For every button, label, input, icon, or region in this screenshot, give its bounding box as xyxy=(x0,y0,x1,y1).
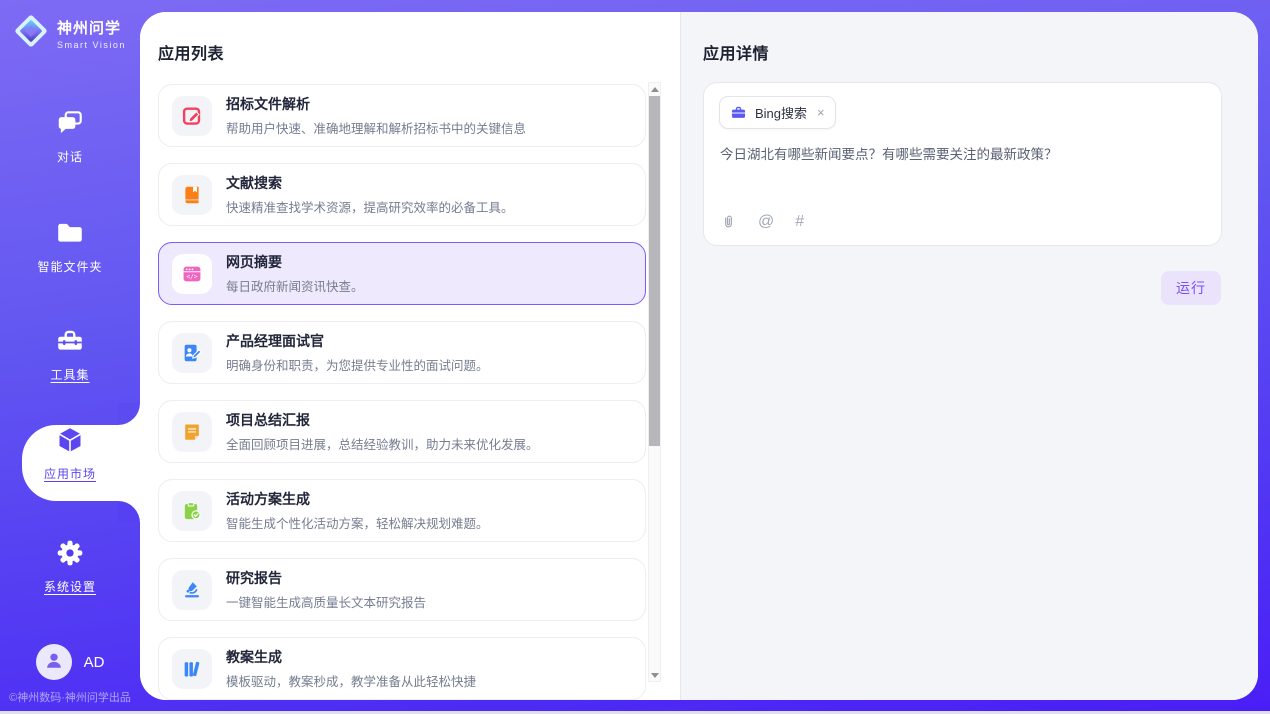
close-icon[interactable]: × xyxy=(817,106,825,119)
app-card[interactable]: 产品经理面试官 明确身份和职责，为您提供专业性的面试问题。 xyxy=(158,321,646,384)
sidebar-item-smart-folder[interactable]: 智能文件夹 xyxy=(0,218,140,275)
hash-icon[interactable]: # xyxy=(795,213,804,231)
sidebar-item-label: 工具集 xyxy=(0,366,140,383)
app-card[interactable]: 项目总结汇报 全面回顾项目进展，总结经验教训，助力未来优化发展。 xyxy=(158,400,646,463)
app-list-scrollbar[interactable] xyxy=(648,82,661,682)
app-card-title: 项目总结汇报 xyxy=(226,410,539,430)
sidebar: 神州问学 Smart Vision 对话 智能文件夹 工具集 应用市场 系统设置… xyxy=(0,0,140,711)
app-icon-box xyxy=(172,491,212,531)
sidebar-item-label: 系统设置 xyxy=(0,578,140,595)
tool-tag-label: Bing搜索 xyxy=(755,103,807,122)
briefcase-icon xyxy=(730,104,747,121)
app-card[interactable]: 活动方案生成 智能生成个性化活动方案，轻松解决规划难题。 xyxy=(158,479,646,542)
scrollbar-thumb[interactable] xyxy=(649,96,660,446)
edit-doc-icon xyxy=(181,105,203,127)
app-icon-box xyxy=(172,333,212,373)
copyright-text: ©神州数码·神州问学出品 xyxy=(0,689,140,705)
app-icon-box xyxy=(172,412,212,452)
sidebar-item-settings[interactable]: 系统设置 xyxy=(0,538,140,595)
app-icon-box xyxy=(172,570,212,610)
user-name: AD xyxy=(84,654,105,671)
app-icon-box xyxy=(172,649,212,689)
app-card[interactable]: </> 网页摘要 每日政府新闻资讯快查。 xyxy=(158,242,646,305)
input-toolbar: @ # xyxy=(720,213,804,231)
toolbox-icon xyxy=(55,326,85,356)
interview-icon xyxy=(181,342,203,364)
app-card-title: 产品经理面试官 xyxy=(226,331,489,351)
mention-icon[interactable]: @ xyxy=(758,213,774,231)
cube-icon xyxy=(55,425,85,455)
app-card-description: 快速精准查找学术资源，提高研究效率的必备工具。 xyxy=(226,197,514,216)
gear-icon xyxy=(55,538,85,568)
content-shell: 应用列表 招标文件解析 帮助用户快速、准确地理解和解析招标书中的关键信息 xyxy=(140,12,1258,700)
brand-subtitle: Smart Vision xyxy=(57,40,126,50)
sidebar-item-toolset[interactable]: 工具集 xyxy=(0,326,140,383)
app-list: 招标文件解析 帮助用户快速、准确地理解和解析招标书中的关键信息 文献搜索 快速精… xyxy=(158,84,646,700)
chat-icon xyxy=(55,108,85,138)
person-icon xyxy=(43,649,65,676)
app-card[interactable]: 文献搜索 快速精准查找学术资源，提高研究效率的必备工具。 xyxy=(158,163,646,226)
app-card-description: 智能生成个性化活动方案，轻松解决规划难题。 xyxy=(226,513,489,532)
clipboard-check-icon xyxy=(181,500,203,522)
active-item-curve-bottom xyxy=(118,501,140,523)
app-card-description: 全面回顾项目进展，总结经验教训，助力未来优化发展。 xyxy=(226,434,539,453)
app-card-description: 每日政府新闻资讯快查。 xyxy=(226,276,364,295)
folder-icon xyxy=(55,218,85,248)
avatar xyxy=(36,644,72,680)
app-card-description: 模板驱动，教案秒成，教学准备从此轻松快捷 xyxy=(226,671,476,690)
run-button[interactable]: 运行 xyxy=(1161,271,1221,305)
query-input[interactable]: 今日湖北有哪些新闻要点？有哪些需要关注的最新政策？ xyxy=(720,145,1205,165)
app-card-title: 招标文件解析 xyxy=(226,94,526,114)
note-icon xyxy=(181,421,203,443)
scrollbar-down-arrow-icon[interactable] xyxy=(649,669,660,681)
active-item-curve-top xyxy=(118,403,140,425)
app-detail-panel: 应用详情 Bing搜索 × 今日湖北有哪些新闻要点？有哪些需要关注的最新政策？ … xyxy=(680,12,1258,700)
brand-name: 神州问学 xyxy=(57,20,121,37)
app-icon-box: </> xyxy=(172,254,212,294)
app-card-description: 明确身份和职责，为您提供专业性的面试问题。 xyxy=(226,355,489,374)
svg-text:</>: </> xyxy=(186,273,197,280)
books-icon xyxy=(181,658,203,680)
app-detail-title: 应用详情 xyxy=(703,40,769,64)
tool-tag-bing-search[interactable]: Bing搜索 × xyxy=(719,96,836,129)
app-list-panel: 应用列表 招标文件解析 帮助用户快速、准确地理解和解析招标书中的关键信息 xyxy=(140,12,680,700)
sidebar-item-label: 应用市场 xyxy=(0,465,140,482)
app-card[interactable]: 招标文件解析 帮助用户快速、准确地理解和解析招标书中的关键信息 xyxy=(158,84,646,147)
scrollbar-up-arrow-icon[interactable] xyxy=(649,83,660,95)
app-card-title: 文献搜索 xyxy=(226,173,514,193)
app-card-description: 帮助用户快速、准确地理解和解析招标书中的关键信息 xyxy=(226,118,526,137)
app-card-title: 网页摘要 xyxy=(226,252,364,272)
brand-logo[interactable]: 神州问学 Smart Vision xyxy=(12,12,126,55)
sidebar-item-label: 智能文件夹 xyxy=(0,258,140,275)
browser-code-icon: </> xyxy=(181,263,203,285)
app-card-title: 研究报告 xyxy=(226,568,426,588)
app-icon-box xyxy=(172,175,212,215)
prompt-card: Bing搜索 × 今日湖北有哪些新闻要点？有哪些需要关注的最新政策？ @ # xyxy=(703,82,1222,246)
gem-logo-icon xyxy=(12,12,50,55)
app-card[interactable]: 教案生成 模板驱动，教案秒成，教学准备从此轻松快捷 xyxy=(158,637,646,700)
app-list-title: 应用列表 xyxy=(158,40,224,64)
sidebar-item-chat[interactable]: 对话 xyxy=(0,108,140,165)
sidebar-item-label: 对话 xyxy=(0,148,140,165)
app-card-title: 教案生成 xyxy=(226,647,476,667)
app-card[interactable]: 研究报告 一键智能生成高质量长文本研究报告 xyxy=(158,558,646,621)
sidebar-item-app-market[interactable]: 应用市场 xyxy=(0,425,140,501)
attachment-icon[interactable] xyxy=(720,214,737,231)
app-card-title: 活动方案生成 xyxy=(226,489,489,509)
app-card-description: 一键智能生成高质量长文本研究报告 xyxy=(226,592,426,611)
book-icon xyxy=(181,184,203,206)
app-icon-box xyxy=(172,96,212,136)
microscope-icon xyxy=(181,579,203,601)
user-account[interactable]: AD xyxy=(0,644,140,680)
